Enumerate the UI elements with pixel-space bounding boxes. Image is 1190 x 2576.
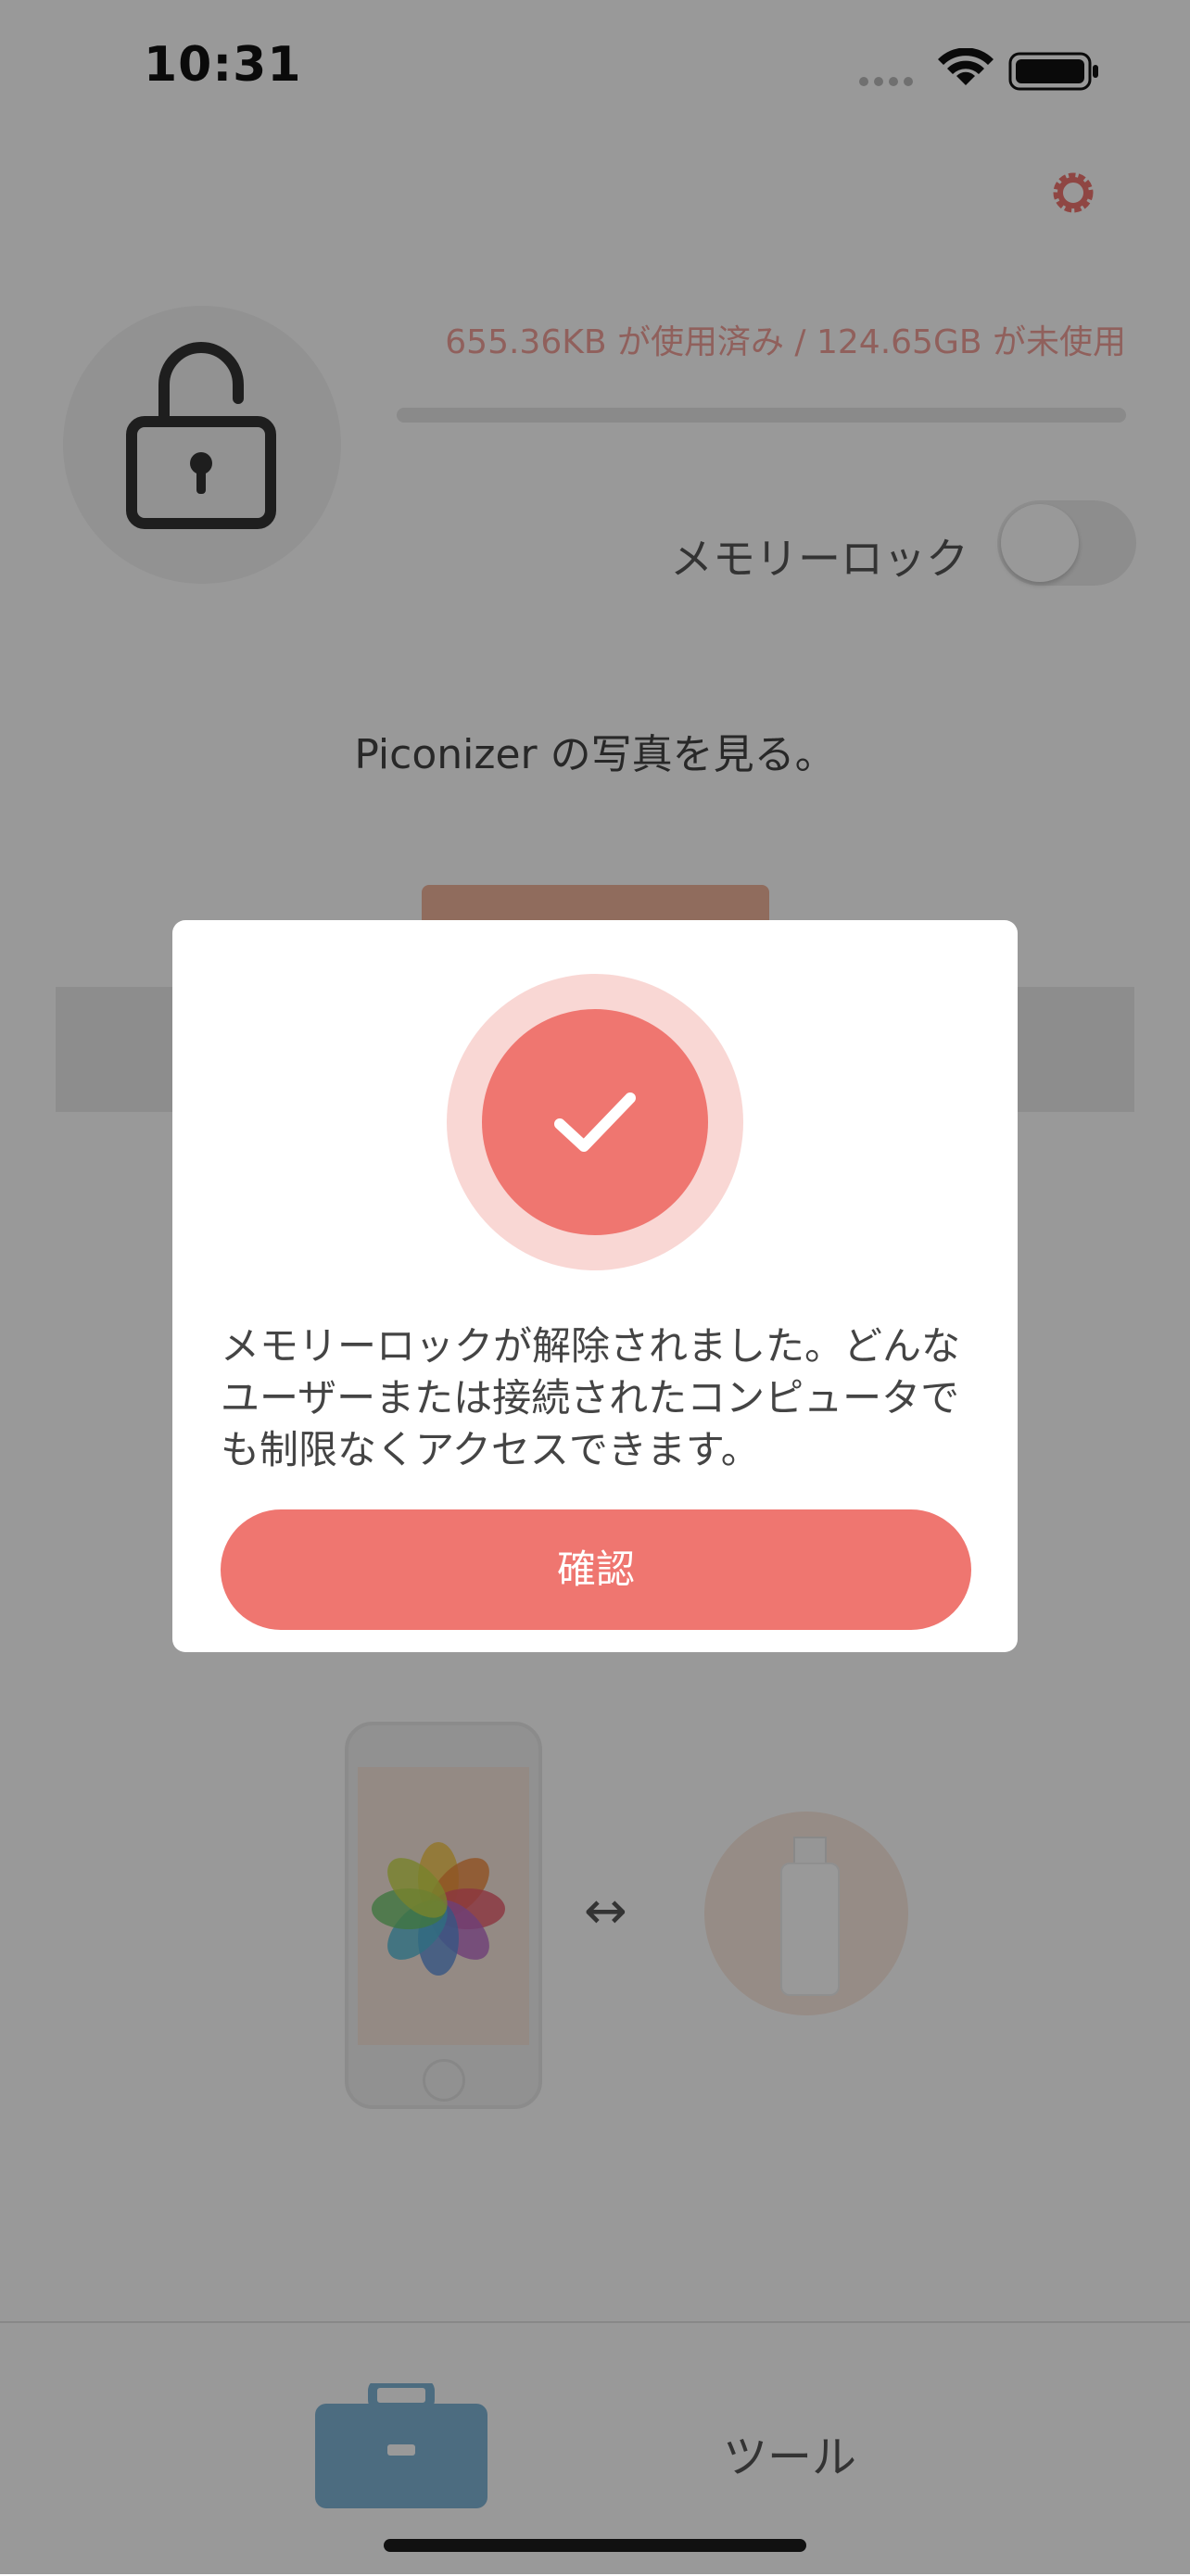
app-screen: 10:31 655.36KB が使用済み / 124.65GB が未使用 メモリ… <box>0 0 1190 2576</box>
confirm-button[interactable]: 確認 <box>221 1509 971 1630</box>
checkmark-icon <box>554 1092 636 1152</box>
unlock-dialog: メモリーロックが解除されました。どんなユーザーまたは接続されたコンピュータでも制… <box>172 920 1018 1652</box>
success-badge <box>447 974 743 1270</box>
success-badge-inner <box>482 1009 708 1235</box>
dialog-message: メモリーロックが解除されました。どんなユーザーまたは接続されたコンピュータでも制… <box>221 1323 961 1472</box>
home-indicator[interactable] <box>384 2539 806 2552</box>
